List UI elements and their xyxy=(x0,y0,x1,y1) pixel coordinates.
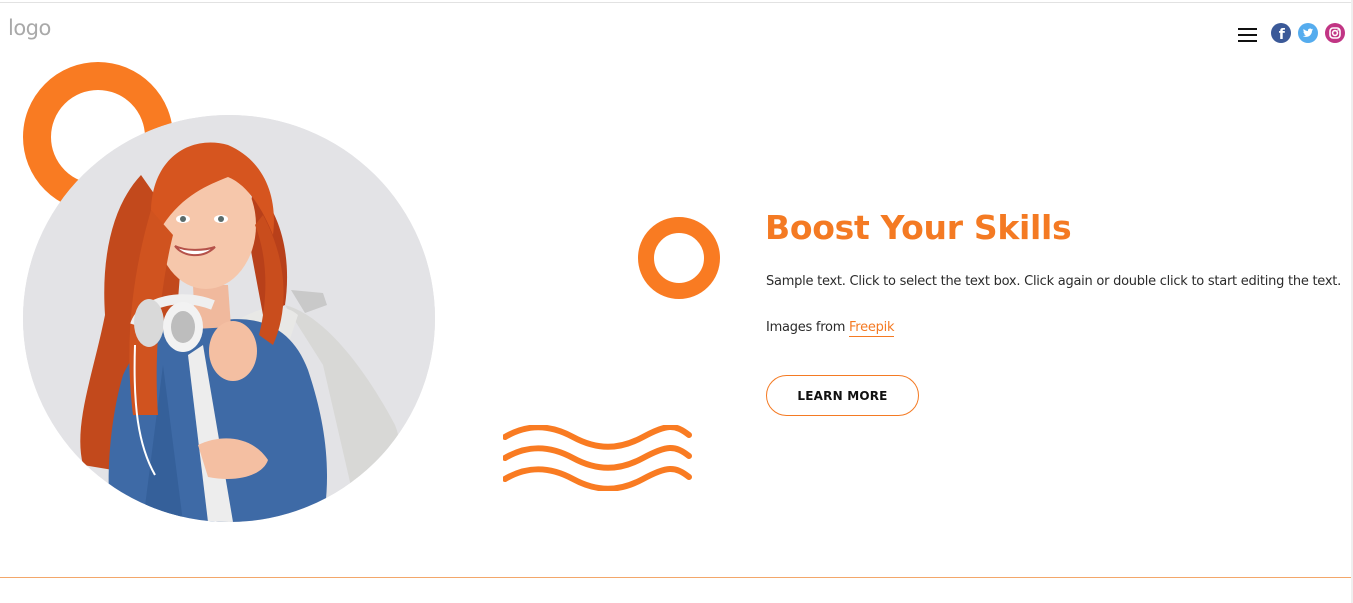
page: logo f Boost Your Skills Sample text. Cl… xyxy=(0,0,1353,603)
image-credit-prefix: Images from xyxy=(766,320,850,335)
decorative-orange-ring-small xyxy=(638,217,720,299)
bottom-divider xyxy=(0,577,1351,578)
facebook-glyph: f xyxy=(1279,27,1286,43)
hamburger-menu-icon[interactable] xyxy=(1238,27,1258,43)
facebook-icon[interactable]: f xyxy=(1271,23,1291,43)
student-illustration xyxy=(23,115,435,522)
hero-body-text: Sample text. Click to select the text bo… xyxy=(766,274,1341,289)
site-logo[interactable]: logo xyxy=(8,16,51,40)
learn-more-button[interactable]: LEARN MORE xyxy=(766,375,919,416)
freepik-link[interactable]: Freepik xyxy=(849,320,895,337)
hero-headline: Boost Your Skills xyxy=(765,208,1072,247)
hero-photo-student xyxy=(23,115,435,522)
top-divider xyxy=(0,2,1353,3)
decorative-waves xyxy=(503,425,692,491)
twitter-icon[interactable] xyxy=(1298,23,1318,43)
instagram-icon[interactable] xyxy=(1325,23,1345,43)
image-credit: Images from Freepik xyxy=(766,320,895,337)
